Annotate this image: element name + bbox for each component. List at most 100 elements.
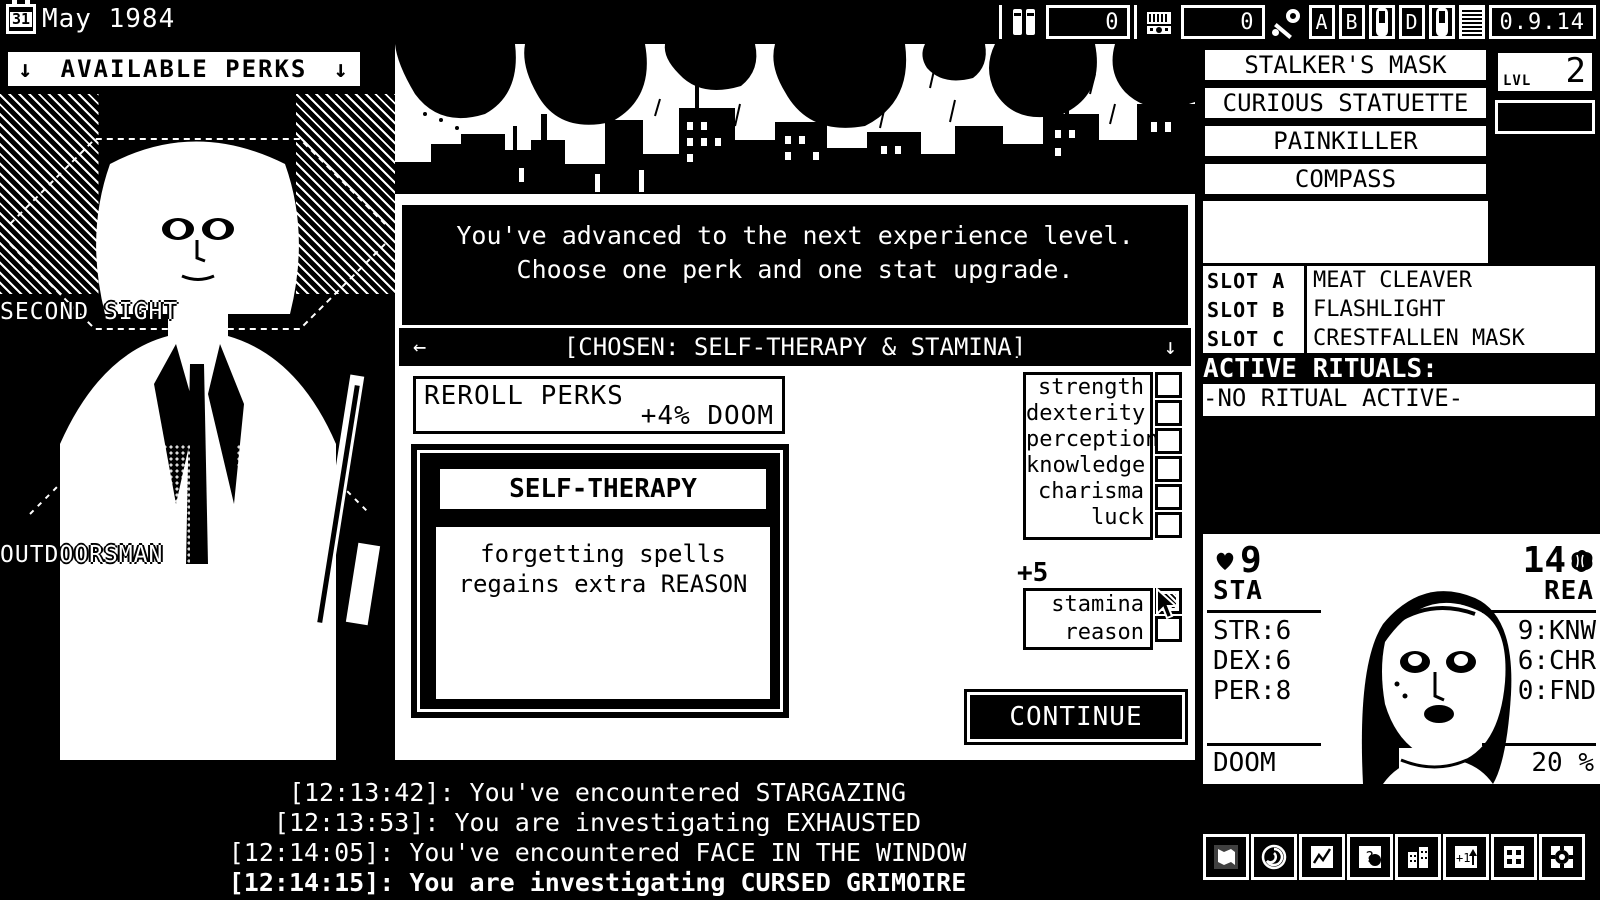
- inventory-list: STALKER'S MASK CURIOUS STATUETTE PAINKIL…: [1203, 48, 1488, 200]
- pills-icon: [1006, 5, 1042, 39]
- level-up-dialog: You've advanced to the next experience l…: [395, 196, 1195, 760]
- inventory-item[interactable]: PAINKILLER: [1203, 124, 1488, 158]
- stat-dex: DEX:6: [1213, 646, 1292, 676]
- date-text: May 1984: [42, 4, 176, 34]
- brain-icon: [1568, 549, 1594, 573]
- version-label: 0.9.14: [1488, 5, 1596, 39]
- stats-icon[interactable]: +1: [1443, 834, 1489, 880]
- top-status-bar: 31 May 1984 0 0 A B D 0.9.14: [0, 0, 1600, 44]
- resource-bar: 0 0 A B D 0.9.14: [998, 4, 1596, 40]
- slot-a-key: SLOT A: [1203, 266, 1307, 295]
- equipment-slots: SLOT A MEAT CLEAVER SLOT B FLASHLIGHT SL…: [1203, 266, 1595, 353]
- reroll-perks-label: REROLL PERKS: [424, 381, 624, 411]
- message-log: [12:13:42]: You've encountered STARGAZIN…: [0, 760, 1195, 900]
- chart-icon[interactable]: [1299, 834, 1345, 880]
- character-portrait-art: [0, 44, 395, 760]
- stat-str: STR:6: [1213, 616, 1292, 646]
- selected-perk-card[interactable]: SELF-THERAPY forgetting spells regains e…: [411, 444, 789, 718]
- checkbox-luck[interactable]: [1155, 512, 1182, 538]
- slot-a-value: MEAT CLEAVER: [1313, 268, 1472, 293]
- available-perks-header: ↓ AVAILABLE PERKS ↓: [8, 52, 360, 86]
- continue-button[interactable]: CONTINUE: [964, 689, 1188, 745]
- stat-option-knowledge[interactable]: knowledge: [1026, 453, 1150, 479]
- arrow-down-icon-right: ↓: [333, 55, 350, 83]
- level-indicator: LVL 2: [1495, 50, 1595, 94]
- equipment-slot-c[interactable]: SLOT C CRESTFALLEN MASK: [1203, 324, 1595, 353]
- xp-progress-bar: [1495, 100, 1595, 134]
- stat-knw: 9:KNW: [1517, 616, 1596, 646]
- equipment-slot-b[interactable]: SLOT B FLASHLIGHT: [1203, 295, 1595, 324]
- game-screen: 31 May 1984 0 0 A B D 0.9.14 ↓ AVAILABLE…: [0, 0, 1600, 900]
- bottom-icon-bar: ? +1: [1203, 834, 1595, 882]
- stamina-label: STA: [1213, 576, 1263, 606]
- stat-group-1-checkboxes: [1155, 372, 1185, 540]
- available-perks-panel: ↓ AVAILABLE PERKS ↓ SECOND SIGHT OUTDOOR…: [0, 44, 395, 760]
- chosen-summary-row: ← [CHOSEN: SELF-THERAPY & STAMINA] ↓: [399, 328, 1191, 366]
- radio-static-icon: [1458, 5, 1485, 39]
- checkbox-dexterity[interactable]: [1155, 400, 1182, 426]
- arrow-down-icon-left: ↓: [18, 55, 35, 83]
- divider: [998, 5, 1002, 39]
- slot-b-key: SLOT B: [1203, 295, 1307, 324]
- quest-icon[interactable]: ?: [1347, 834, 1393, 880]
- inventory-item[interactable]: STALKER'S MASK: [1203, 48, 1488, 82]
- perk-description-line-2: regains extra REASON: [458, 570, 748, 598]
- divider: [1133, 5, 1137, 39]
- inventory-item[interactable]: CURIOUS STATUETTE: [1203, 86, 1488, 120]
- level-label: LVL: [1503, 73, 1532, 89]
- stat-option-perception[interactable]: perception: [1026, 427, 1158, 453]
- checkbox-charisma[interactable]: [1155, 484, 1182, 510]
- dialog-message-box: You've advanced to the next experience l…: [399, 202, 1191, 328]
- inventory-item[interactable]: COMPASS: [1203, 162, 1488, 196]
- slot-b-value: FLASHLIGHT: [1313, 297, 1446, 322]
- calendar-day: 31: [9, 9, 33, 28]
- city-icon[interactable]: [1395, 834, 1441, 880]
- stat-option-strength[interactable]: strength: [1026, 375, 1150, 401]
- status-letter-b: B: [1338, 5, 1365, 39]
- stat-option-luck[interactable]: luck: [1026, 505, 1150, 531]
- checkbox-knowledge[interactable]: [1155, 456, 1182, 482]
- inventory-empty-slot[interactable]: [1203, 201, 1488, 263]
- status-letter-d: D: [1398, 5, 1425, 39]
- active-rituals-title: ACTIVE RITUALS:: [1203, 354, 1595, 384]
- perk-tag-outdoorsman[interactable]: OUTDOORSMAN: [0, 542, 163, 568]
- stat-option-reason[interactable]: reason: [1026, 619, 1150, 647]
- city-skyline-art: [395, 44, 1195, 199]
- log-line-current: [12:14:15]: You are investigating CURSED…: [228, 868, 967, 897]
- thermometer-icon-2: [1428, 5, 1455, 39]
- equipment-slot-a[interactable]: SLOT A MEAT CLEAVER: [1203, 266, 1595, 295]
- stat-group-2-bonus: +5: [1017, 558, 1049, 588]
- active-rituals-value: -NO RITUAL ACTIVE-: [1203, 384, 1595, 416]
- log-line: [12:13:53]: You are investigating EXHAUS…: [273, 808, 922, 837]
- log-line: [12:13:42]: You've encountered STARGAZIN…: [288, 778, 907, 807]
- stat-option-stamina[interactable]: stamina: [1026, 591, 1150, 619]
- map-icon[interactable]: [1203, 834, 1249, 880]
- level-value: 2: [1565, 51, 1586, 91]
- doom-value: 20 %: [1531, 748, 1594, 778]
- gear-icon[interactable]: [1539, 834, 1585, 880]
- stat-option-dexterity[interactable]: dexterity: [1026, 401, 1150, 427]
- pills-count: 0: [1045, 5, 1130, 39]
- reroll-perks-button[interactable]: REROLL PERKS +4% DOOM: [413, 376, 785, 434]
- stat-chr: 6:CHR: [1517, 646, 1596, 676]
- svg-text:+1: +1: [1456, 851, 1470, 865]
- right-sidebar: STALKER'S MASK CURIOUS STATUETTE PAINKIL…: [1195, 44, 1600, 900]
- arrow-down-icon[interactable]: ↓: [1164, 335, 1177, 360]
- key-icon: [1269, 5, 1305, 39]
- supplies-crate-icon: [1141, 5, 1177, 39]
- checkbox-perception[interactable]: [1155, 428, 1182, 454]
- slot-c-key: SLOT C: [1203, 324, 1307, 353]
- date-display: 31 May 1984: [6, 0, 176, 34]
- checkbox-strength[interactable]: [1155, 372, 1182, 398]
- stat-option-charisma[interactable]: charisma: [1026, 479, 1150, 505]
- reason-label: REA: [1544, 576, 1594, 606]
- stat-group-2-list: stamina reason: [1023, 588, 1153, 650]
- slot-c-value: CRESTFALLEN MASK: [1313, 326, 1525, 351]
- perk-tag-second-sight[interactable]: SECOND SIGHT: [0, 299, 178, 325]
- spiral-icon[interactable]: [1251, 834, 1297, 880]
- arrow-left-icon[interactable]: ←: [413, 335, 426, 360]
- supplies-count: 0: [1180, 5, 1265, 39]
- journal-icon[interactable]: [1491, 834, 1537, 880]
- perk-description: forgetting spells regains extra REASON: [433, 524, 773, 702]
- dialog-message-line-1: You've advanced to the next experience l…: [456, 221, 1134, 250]
